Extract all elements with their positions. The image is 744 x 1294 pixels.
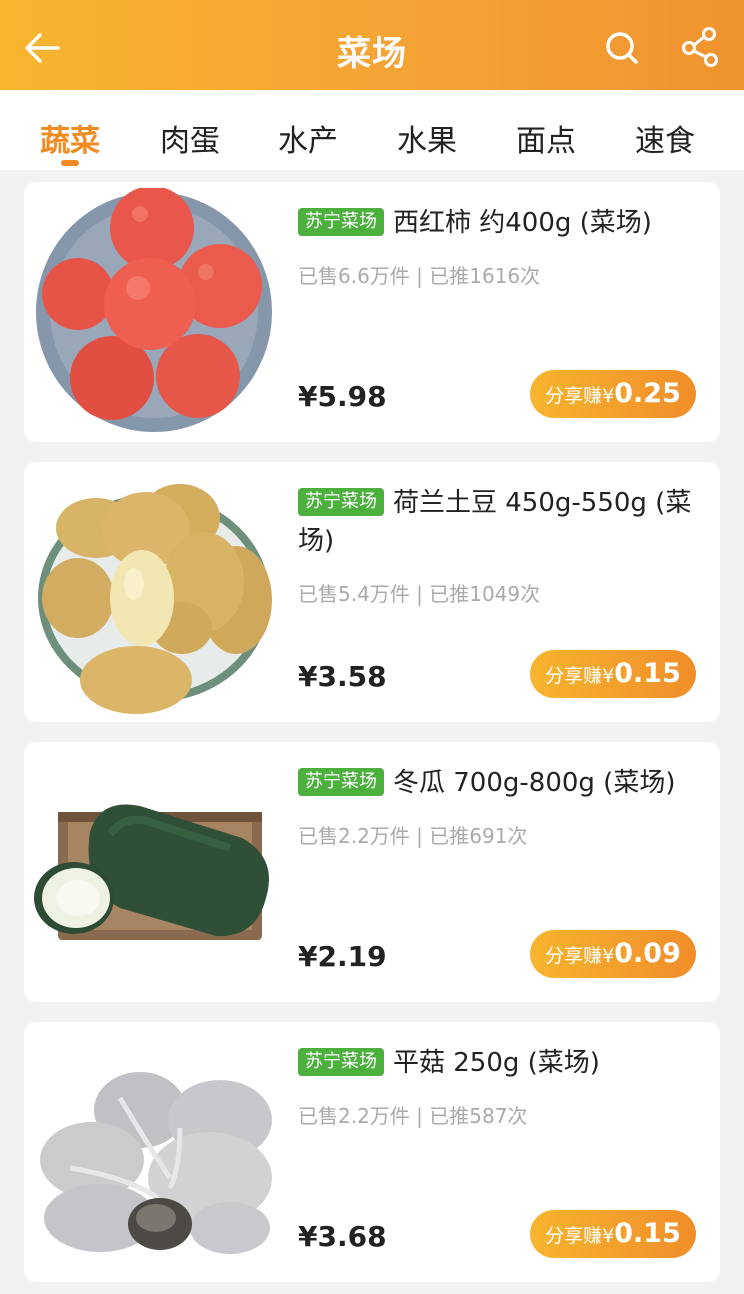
oyster-mushrooms-image bbox=[40, 1072, 272, 1254]
tab-fruit[interactable]: 水果 bbox=[397, 116, 457, 160]
tomatoes-image bbox=[36, 188, 272, 432]
product-name: 荷兰土豆 450g-550g (菜场) bbox=[298, 488, 692, 556]
product-card[interactable]: 苏宁菜场 西红柿 约400g (菜场) 已售6.6万件 | 已推1616次 ¥5… bbox=[24, 182, 720, 442]
product-price: ¥3.58 bbox=[298, 660, 387, 693]
tab-fast-food[interactable]: 速食 bbox=[635, 116, 695, 160]
product-card[interactable]: 苏宁菜场 荷兰土豆 450g-550g (菜场) 已售5.4万件 | 已推104… bbox=[24, 462, 720, 722]
product-name: 西红柿 约400g (菜场) bbox=[393, 208, 652, 238]
share-earn-button[interactable]: 分享赚¥0.09 bbox=[530, 930, 696, 978]
product-name: 冬瓜 700g-800g (菜场) bbox=[393, 768, 676, 798]
search-icon[interactable] bbox=[602, 28, 642, 68]
share-earn-amount: 0.15 bbox=[614, 658, 681, 689]
share-earn-button[interactable]: 分享赚¥0.15 bbox=[530, 650, 696, 698]
category-tabs: 蔬菜 肉蛋 水产 水果 面点 速食 bbox=[0, 90, 744, 170]
sales-stats: 已售6.6万件 | 已推1616次 bbox=[298, 264, 541, 288]
share-earn-label: 分享赚¥ bbox=[545, 385, 615, 407]
tab-meat-eggs[interactable]: 肉蛋 bbox=[160, 116, 220, 160]
sales-stats: 已售2.2万件 | 已推691次 bbox=[298, 824, 528, 848]
product-price: ¥5.98 bbox=[298, 380, 387, 413]
share-earn-label: 分享赚¥ bbox=[545, 1225, 615, 1247]
app-header: 菜场 bbox=[0, 0, 744, 90]
tab-vegetables[interactable]: 蔬菜 bbox=[40, 116, 100, 160]
product-card[interactable]: 苏宁菜场 冬瓜 700g-800g (菜场) 已售2.2万件 | 已推691次 … bbox=[24, 742, 720, 1002]
share-earn-label: 分享赚¥ bbox=[545, 945, 615, 967]
share-earn-amount: 0.15 bbox=[614, 1218, 681, 1249]
product-card[interactable]: 苏宁菜场 平菇 250g (菜场) 已售2.2万件 | 已推587次 ¥3.68… bbox=[24, 1022, 720, 1282]
product-name: 平菇 250g (菜场) bbox=[393, 1048, 600, 1078]
sales-stats: 已售5.4万件 | 已推1049次 bbox=[298, 582, 541, 606]
tab-pastry[interactable]: 面点 bbox=[516, 116, 576, 160]
potatoes-image bbox=[38, 484, 272, 714]
share-earn-button[interactable]: 分享赚¥0.25 bbox=[530, 370, 696, 418]
sales-stats: 已售2.2万件 | 已推587次 bbox=[298, 1104, 528, 1128]
share-earn-label: 分享赚¥ bbox=[545, 665, 615, 687]
share-earn-amount: 0.25 bbox=[614, 378, 681, 409]
share-icon[interactable] bbox=[680, 26, 720, 68]
product-price: ¥3.68 bbox=[298, 1220, 387, 1253]
winter-melon-image bbox=[34, 804, 269, 940]
share-earn-amount: 0.09 bbox=[614, 938, 681, 969]
product-price: ¥2.19 bbox=[298, 940, 387, 973]
tab-seafood[interactable]: 水产 bbox=[278, 116, 338, 160]
active-tab-indicator bbox=[61, 160, 79, 166]
share-earn-button[interactable]: 分享赚¥0.15 bbox=[530, 1210, 696, 1258]
